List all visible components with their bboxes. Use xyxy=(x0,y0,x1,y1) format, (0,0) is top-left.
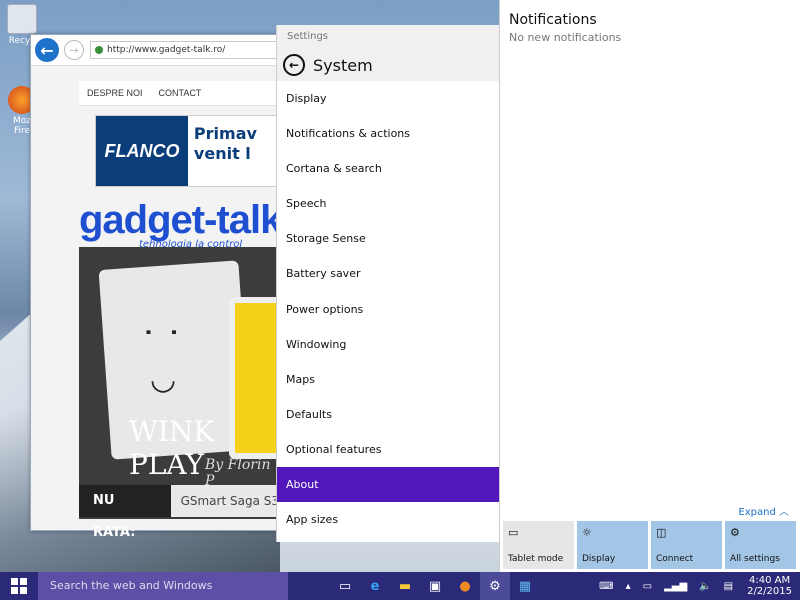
menu-link-contact[interactable]: CONTACT xyxy=(151,88,210,98)
ie-icon[interactable]: e xyxy=(360,572,390,600)
action-center: Notifications No new notifications Expan… xyxy=(499,0,800,572)
task-view-icon[interactable]: ▭ xyxy=(330,572,360,600)
address-bar[interactable]: http://www.gadget-talk.ro/ xyxy=(90,41,291,59)
settings-icon[interactable]: ⚙ xyxy=(480,572,510,600)
settings-window: Settings ← System Display Notifications … xyxy=(276,25,500,542)
settings-header: ← System xyxy=(277,49,500,81)
site-menu: DESPRE NOI CONTACT xyxy=(79,81,279,106)
taskbar-search[interactable]: Search the web and Windows xyxy=(38,572,288,600)
quick-action-label: Connect xyxy=(656,554,694,564)
settings-item-speech[interactable]: Speech xyxy=(277,186,500,221)
quick-action-connect[interactable]: ◫ Connect xyxy=(651,521,722,569)
settings-item-defaults[interactable]: Defaults xyxy=(277,397,500,432)
ad-banner[interactable]: FLANCO Primav venit l xyxy=(95,115,297,187)
explorer-icon[interactable]: ▬ xyxy=(390,572,420,600)
settings-item-notifications[interactable]: Notifications & actions xyxy=(277,116,500,151)
firefox-icon[interactable]: ● xyxy=(450,572,480,600)
settings-item-optional-features[interactable]: Optional features xyxy=(277,432,500,467)
settings-item-display[interactable]: Display xyxy=(277,81,500,116)
volume-icon[interactable]: 🔈 xyxy=(693,581,717,592)
clock-date: 2/2/2015 xyxy=(747,586,792,597)
gear-icon: ⚙ xyxy=(730,526,740,539)
sun-icon: ☼ xyxy=(582,526,592,539)
expand-label: Expand xyxy=(738,507,776,518)
keyboard-icon[interactable]: ⌨ xyxy=(593,581,619,592)
settings-item-cortana[interactable]: Cortana & search xyxy=(277,151,500,186)
settings-item-app-sizes[interactable]: App sizes xyxy=(277,502,500,537)
menu-link-despre-noi[interactable]: DESPRE NOI xyxy=(79,88,151,98)
action-center-icon[interactable]: ▤ xyxy=(718,581,739,592)
hero-article[interactable]: ˙ ˙ ◡ WINK PLAY By Florin P xyxy=(79,247,279,519)
quick-action-tablet-mode[interactable]: ▭ Tablet mode xyxy=(503,521,574,569)
news-ticker[interactable]: NU RATA: GSmart Saga S3 xyxy=(79,485,279,540)
start-button[interactable] xyxy=(0,572,38,600)
battery-icon[interactable]: ▭ xyxy=(637,581,658,592)
tablet-icon: ▭ xyxy=(508,526,519,539)
chevron-up-icon[interactable]: ▴ xyxy=(620,581,637,592)
ticker-text[interactable]: GSmart Saga S3 xyxy=(171,494,279,508)
quick-action-all-settings[interactable]: ⚙ All settings xyxy=(725,521,796,569)
expand-button[interactable]: Expand ︿ xyxy=(738,503,789,518)
store-icon[interactable]: ▣ xyxy=(420,572,450,600)
clock[interactable]: 4:40 AM 2/2/2015 xyxy=(739,575,800,597)
settings-item-about[interactable]: About xyxy=(277,467,500,503)
smile-icon: ˙ ˙ ◡ xyxy=(141,327,182,397)
quick-action-label: All settings xyxy=(730,554,780,564)
windows-logo-icon xyxy=(11,578,27,594)
settings-item-battery[interactable]: Battery saver xyxy=(277,256,500,291)
connect-icon: ◫ xyxy=(656,526,667,539)
settings-item-power[interactable]: Power options xyxy=(277,292,500,327)
clock-time: 4:40 AM xyxy=(748,575,791,586)
back-arrow-icon[interactable]: ← xyxy=(283,54,305,76)
recycle-bin-icon xyxy=(7,4,37,34)
forward-button[interactable]: → xyxy=(64,40,84,60)
system-tray: ⌨ ▴ ▭ ▂▄▆ 🔈 ▤ 4:40 AM 2/2/2015 xyxy=(593,575,800,597)
page-title: System xyxy=(313,55,373,75)
browser-window: ← → http://www.gadget-talk.ro/ DESPRE NO… xyxy=(30,34,297,540)
taskbar: Search the web and Windows ▭ e ▬ ▣ ● ⚙ ▦… xyxy=(0,572,800,600)
quick-actions: ▭ Tablet mode ☼ Display ◫ Connect ⚙ All … xyxy=(503,521,796,569)
ticker-label: NU RATA: xyxy=(79,485,171,540)
logo-text: gadget-talk xyxy=(79,198,282,242)
settings-item-windowing[interactable]: Windowing xyxy=(277,327,500,362)
address-url: http://www.gadget-talk.ro/ xyxy=(107,45,226,55)
quick-action-label: Tablet mode xyxy=(508,554,564,564)
notifications-empty: No new notifications xyxy=(509,31,622,44)
chevron-up-icon: ︿ xyxy=(779,507,789,518)
quick-action-label: Display xyxy=(582,554,616,564)
settings-titlebar: Settings xyxy=(277,25,500,49)
notifications-title: Notifications xyxy=(509,12,597,28)
quick-action-display[interactable]: ☼ Display xyxy=(577,521,648,569)
site-logo[interactable]: gadget-talk tehnologia la control xyxy=(79,198,299,250)
ad-brand: FLANCO xyxy=(96,116,188,186)
settings-list: Display Notifications & actions Cortana … xyxy=(277,81,500,537)
settings-item-maps[interactable]: Maps xyxy=(277,362,500,397)
favicon-icon xyxy=(95,46,103,54)
photos-icon[interactable]: ▦ xyxy=(510,572,540,600)
signal-icon[interactable]: ▂▄▆ xyxy=(658,581,693,592)
browser-nav-bar: ← → http://www.gadget-talk.ro/ xyxy=(31,35,291,66)
settings-item-storage[interactable]: Storage Sense xyxy=(277,221,500,256)
back-button[interactable]: ← xyxy=(35,38,59,62)
